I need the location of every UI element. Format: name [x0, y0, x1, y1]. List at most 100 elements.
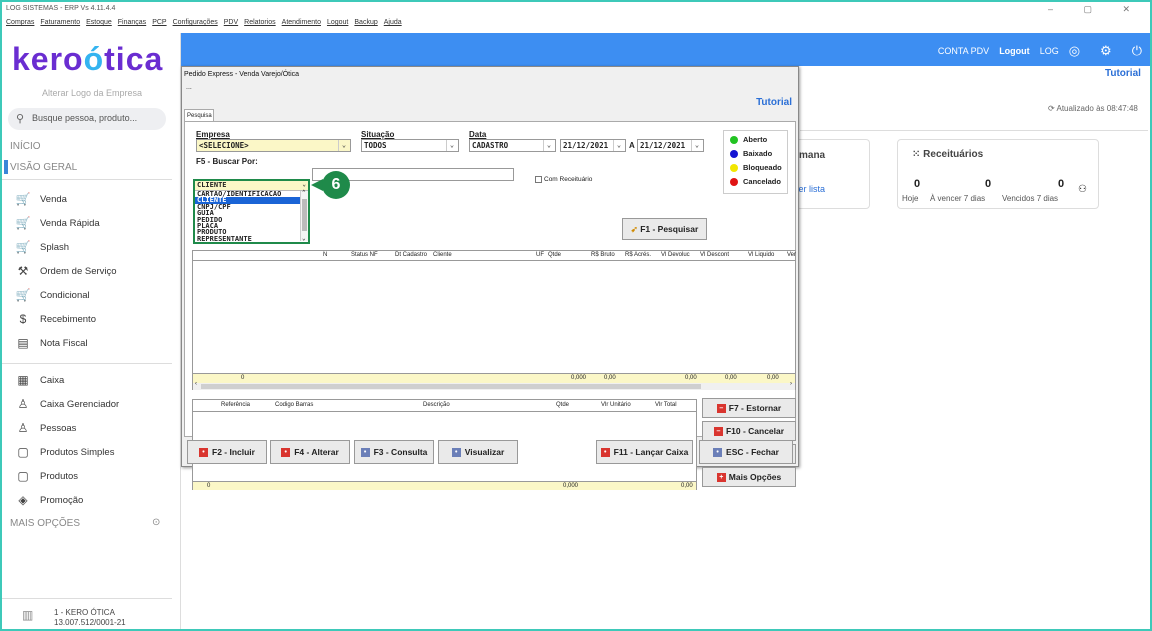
column-header[interactable]: Vl Devoluc	[661, 252, 690, 258]
horizontal-scrollbar[interactable]: ‹ ›	[193, 381, 795, 390]
power-icon[interactable]: ⏻	[1132, 43, 1142, 59]
gear-icon[interactable]: ⚙	[1100, 43, 1112, 59]
column-header[interactable]: Codigo Barras	[275, 402, 313, 408]
column-header[interactable]: Referência	[221, 402, 250, 408]
receituario-label: Vencidos 7 dias	[1002, 194, 1059, 203]
menu-item[interactable]: Logout	[327, 19, 348, 26]
column-header[interactable]: Ver	[787, 252, 796, 258]
column-header[interactable]: N	[323, 252, 327, 258]
menu-item[interactable]: Atendimento	[282, 19, 321, 26]
nav-item[interactable]: ▦ Caixa	[14, 371, 64, 389]
column-header[interactable]: R$ Bruto	[591, 252, 615, 258]
nav-item[interactable]: ▢ Produtos	[14, 467, 78, 485]
menubar: Compras Faturamento Estoque Finanças PCP Conf…	[2, 16, 1150, 32]
column-header[interactable]: Dt Cadastro	[395, 252, 427, 258]
action-icon: –	[713, 426, 723, 436]
button-icon: •	[600, 447, 610, 457]
dropdown-option[interactable]: REPRESENTANTE	[195, 236, 308, 242]
footer-button[interactable]: • F3 - Consulta	[354, 440, 434, 464]
nav-visao-geral[interactable]: VISÃO GERAL	[10, 162, 77, 173]
status-dot-icon	[730, 135, 738, 144]
column-header[interactable]: Descrição	[423, 402, 450, 408]
nav-item[interactable]: 🛒 Venda Rápida	[14, 214, 100, 232]
date-range-a-label: A	[629, 141, 635, 150]
nav-item[interactable]: ▤ Nota Fiscal	[14, 334, 87, 352]
nav-item[interactable]: ♙ Caixa Gerenciador	[14, 395, 120, 413]
data-type-select[interactable]: CADASTRO ⌄	[469, 139, 556, 152]
menu-item[interactable]: Backup	[354, 19, 377, 26]
column-header[interactable]: Qtde	[556, 402, 569, 408]
action-button[interactable]: – F7 - Estornar	[702, 398, 796, 418]
buscar-por-select[interactable]: CLIENTE ⌄	[195, 181, 308, 191]
button-icon: •	[360, 447, 370, 457]
menu-item[interactable]: Ajuda	[384, 19, 402, 26]
cart-splash-icon: 🛒	[15, 240, 31, 254]
menu-item[interactable]: Configurações	[173, 19, 218, 26]
chevron-down-icon: ⌄	[446, 140, 457, 151]
dialog-tutorial-link[interactable]: Tutorial	[756, 97, 792, 108]
tutorial-link[interactable]: Tutorial	[1105, 68, 1141, 79]
user-icon[interactable]: ◎	[1069, 43, 1080, 59]
column-header[interactable]: Cliente	[433, 252, 452, 258]
window-controls[interactable]: – ▢ ✕	[1048, 4, 1144, 15]
more-options[interactable]: MAIS OPÇÕES ⊙	[10, 517, 160, 529]
situacao-select[interactable]: TODOS ⌄	[361, 139, 459, 152]
nav-item-label: Condicional	[40, 289, 90, 301]
search-input[interactable]: ⚲ Busque pessoa, produto...	[8, 108, 166, 130]
grid-icon: ⁙	[912, 149, 921, 160]
menu-item[interactable]: Faturamento	[40, 19, 80, 26]
action-button[interactable]: – F10 - Cancelar	[702, 421, 796, 441]
footer-button[interactable]: • F2 - Incluir	[187, 440, 267, 464]
orders-grid-totals: 0 0,000 0,00 0,00 0,00 0,00	[193, 373, 795, 383]
nav-inicio[interactable]: INÍCIO	[10, 141, 41, 152]
cart-icon: 🛒	[15, 192, 31, 206]
logout-link[interactable]: Logout	[999, 46, 1030, 56]
user-label[interactable]: LOG	[1040, 46, 1059, 56]
column-header[interactable]: UF	[536, 252, 544, 258]
buscar-por-dropdown[interactable]: CLIENTE ⌄ CARTAO/IDENTIFICACAO CLIENTE CNPJ…	[193, 179, 310, 244]
column-header[interactable]: Qtde	[548, 252, 561, 258]
items-grid-totals: 0 0,000 0,00	[193, 481, 696, 490]
nav-item[interactable]: 🛒 Venda	[14, 190, 67, 208]
menu-item[interactable]: Relatorios	[244, 19, 276, 26]
glasses-icon[interactable]: ⚇	[1078, 184, 1087, 195]
menu-item[interactable]: PCP	[152, 19, 166, 26]
menu-item[interactable]: Estoque	[86, 19, 112, 26]
column-header[interactable]: R$ Acrés.	[625, 252, 651, 258]
empresa-select[interactable]: <SELECIONE> ⌄	[196, 139, 351, 152]
change-logo-link[interactable]: Alterar Logo da Empresa	[42, 88, 142, 98]
column-header[interactable]: Vlr Unitário	[601, 402, 631, 408]
date-from-picker[interactable]: 21/12/2021 ⌄	[560, 139, 626, 152]
nav-item[interactable]: ▢ Produtos Simples	[14, 443, 114, 461]
column-header[interactable]: Status NF	[351, 252, 378, 258]
status-dot-icon	[730, 149, 738, 158]
nav-item[interactable]: ♙ Pessoas	[14, 419, 77, 437]
column-header[interactable]: Vl Liquido	[748, 252, 774, 258]
conta-pdv-link[interactable]: CONTA PDV	[938, 46, 989, 56]
nav-item[interactable]: 🛒 Condicional	[14, 286, 90, 304]
date-to-picker[interactable]: 21/12/2021 ⌄	[637, 139, 704, 152]
menu-item[interactable]: Compras	[6, 19, 34, 26]
nav-item[interactable]: 🛒 Splash	[14, 238, 70, 256]
receituario-label: À vencer 7 dias	[930, 194, 986, 203]
column-header[interactable]: Vl Descont	[700, 252, 729, 258]
orders-grid[interactable]: N Status NF Dt Cadastro Cliente UF Qtde R$ Bru…	[192, 250, 796, 390]
footer-button[interactable]: • F11 - Lançar Caixa	[596, 440, 693, 464]
footer-button[interactable]: • F4 - Alterar	[270, 440, 350, 464]
user-cash-icon: ♙	[17, 397, 29, 411]
nav-item[interactable]: ⚒ Ordem de Serviço	[14, 262, 117, 280]
footer-button[interactable]: • ESC - Fechar	[699, 440, 793, 464]
action-button[interactable]: + Mais Opções	[702, 467, 796, 487]
dropdown-scrollbar[interactable]: ⌃ ⌄	[300, 189, 308, 242]
column-header[interactable]: Vlr Total	[655, 402, 677, 408]
menu-item[interactable]: PDV	[224, 19, 238, 26]
footer-button[interactable]: • Visualizar	[438, 440, 518, 464]
nav-item[interactable]: ◈ Promoção	[14, 491, 83, 509]
f1-pesquisar-button[interactable]: ➹ F1 - Pesquisar	[622, 218, 707, 240]
menu-item[interactable]: Finanças	[118, 19, 146, 26]
ver-lista-link[interactable]: /er lista	[796, 184, 825, 194]
refresh-icon[interactable]: ⟳	[1048, 104, 1055, 113]
company-info[interactable]: ▥ 1 - KERO ÓTICA 13.007.512/0001-21	[22, 608, 126, 628]
com-receituario-checkbox[interactable]: Com Receituário	[535, 176, 592, 183]
nav-item[interactable]: $ Recebimento	[14, 310, 96, 328]
